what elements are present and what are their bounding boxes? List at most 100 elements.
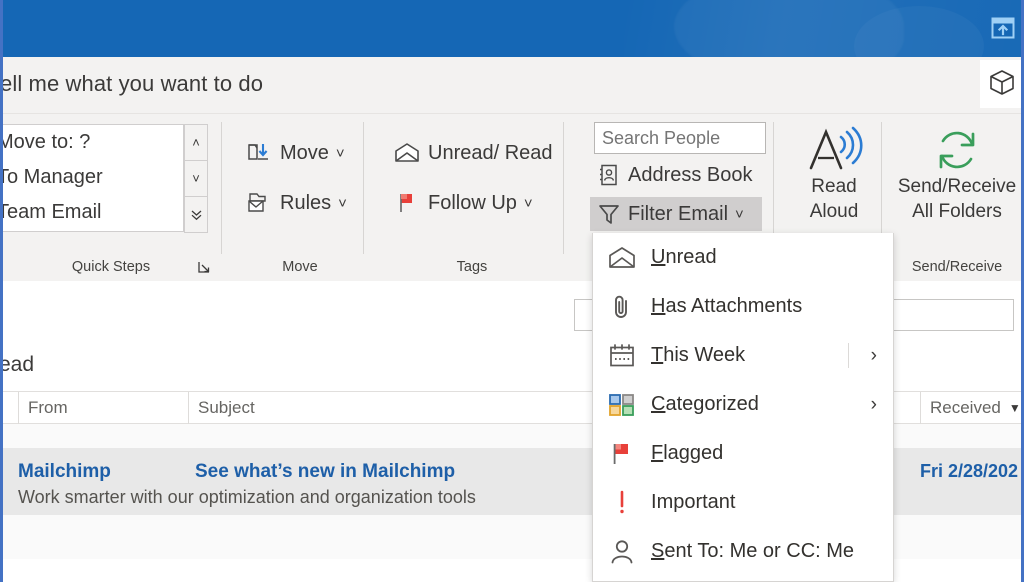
collapse-ribbon-button[interactable] <box>988 14 1018 42</box>
read-aloud-line-1: Read <box>811 176 857 197</box>
group-separator <box>363 122 364 254</box>
follow-up-button[interactable]: Follow Up ˅ <box>390 182 533 224</box>
tell-me-text: ell me what you want to do <box>0 71 264 96</box>
menu-item-label: Unread <box>651 246 717 269</box>
quick-step-team-email[interactable]: Team Email <box>0 195 183 230</box>
menu-item-label: Flagged <box>651 442 723 465</box>
group-separator <box>563 122 564 254</box>
unread-read-button[interactable]: Unread/ Read <box>390 132 553 174</box>
menu-item-important[interactable]: Important <box>593 478 893 527</box>
accelerator-letter: S <box>651 540 665 562</box>
unread-read-label: Unread/ Read <box>428 141 553 164</box>
title-bar <box>0 0 1024 57</box>
red-flag-icon <box>390 186 424 220</box>
addins-button[interactable] <box>980 60 1024 108</box>
filter-email-button[interactable]: Filter Email ˅ <box>590 197 762 231</box>
menu-item-label-rest: his Week <box>663 344 746 366</box>
paperclip-icon <box>593 293 651 321</box>
accelerator-letter: H <box>651 295 666 317</box>
rules-caret-icon[interactable]: ˅ <box>338 196 347 211</box>
quick-step-to-manager[interactable]: To Manager <box>0 160 183 195</box>
menu-item-label-rest: lagged <box>663 442 724 464</box>
from-column-header[interactable]: From <box>18 392 188 424</box>
accelerator-letter: C <box>651 393 666 415</box>
ribbon-group-quick-steps: Move to: ? To Manager Team Email ˄ ˅ Qui… <box>0 114 222 281</box>
sort-descending-icon[interactable]: ▼ <box>1009 401 1021 415</box>
quick-steps-scroll-up[interactable]: ˄ <box>184 124 208 161</box>
group-label-move: Move <box>282 259 318 275</box>
funnel-filter-icon <box>594 202 624 226</box>
exclamation-important-icon <box>593 489 651 517</box>
open-envelope-icon <box>390 136 424 170</box>
group-label-quick-steps: Quick Steps <box>71 259 151 275</box>
follow-up-label: Follow Up <box>428 191 517 214</box>
filter-email-label: Filter Email <box>628 202 729 225</box>
address-book-button[interactable]: Address Book <box>590 158 753 192</box>
quick-steps-scroll-down[interactable]: ˅ <box>184 160 208 197</box>
rules-label: Rules <box>280 191 332 214</box>
menu-item-label: This Week <box>651 344 745 367</box>
read-aloud-button[interactable]: Read Aloud <box>792 122 876 224</box>
search-people-input[interactable] <box>594 122 766 154</box>
send-receive-all-folders-button[interactable]: Send/Receive All Folders <box>890 122 1024 224</box>
received-column-header[interactable]: Received ▼ <box>920 392 1024 424</box>
calendar-icon <box>593 343 651 369</box>
move-caret-icon[interactable]: ˅ <box>336 146 345 161</box>
menu-item-label: Sent To: Me or CC: Me <box>651 540 854 563</box>
outlook-window: ell me what you want to do Move to: ? To… <box>0 0 1024 582</box>
menu-item-sent-to-me-or-cc-me[interactable]: Sent To: Me or CC: Me <box>593 527 893 576</box>
ribbon-group-send-receive: Send/Receive All Folders Send/Receive <box>890 114 1024 281</box>
move-icon <box>242 136 276 170</box>
submenu-arrow-icon[interactable]: › <box>871 380 877 429</box>
quick-steps-gallery[interactable]: Move to: ? To Manager Team Email <box>0 124 184 232</box>
view-filter-label: read <box>0 353 35 376</box>
mail-preview: Work smarter with our optimization and o… <box>18 487 476 507</box>
follow-up-caret-icon[interactable]: ˅ <box>524 196 533 211</box>
quick-step-label: Move to: ? <box>0 131 91 153</box>
menu-item-label: Important <box>651 491 736 514</box>
menu-item-label-rest: mportant <box>656 491 736 513</box>
group-label-send-receive: Send/Receive <box>911 259 1003 275</box>
rules-button[interactable]: Rules ˅ <box>242 182 347 224</box>
group-label-tags: Tags <box>456 259 488 275</box>
menu-item-label: Categorized <box>651 393 759 416</box>
person-icon <box>593 538 651 566</box>
accelerator-letter: F <box>651 442 664 464</box>
open-envelope-icon <box>593 246 651 270</box>
move-button[interactable]: Move ˅ <box>242 132 345 174</box>
categories-squares-icon <box>593 392 651 418</box>
menu-item-categorized[interactable]: Categorized › <box>593 380 893 429</box>
collapse-ribbon-icon <box>991 17 1015 39</box>
quick-step-move-to[interactable]: Move to: ? <box>0 125 183 160</box>
menu-item-label: Has Attachments <box>651 295 802 318</box>
menu-item-unread[interactable]: Unread <box>593 233 893 282</box>
accelerator-letter: T <box>651 344 664 366</box>
mail-subject: See what’s new in Mailchimp <box>195 461 456 482</box>
menu-item-has-attachments[interactable]: Has Attachments <box>593 282 893 331</box>
menu-item-flagged[interactable]: Flagged <box>593 429 893 478</box>
move-label: Move <box>280 141 329 164</box>
address-book-icon <box>594 163 624 187</box>
mail-received-date: Fri 2/28/202 <box>920 461 1019 481</box>
address-book-label: Address Book <box>628 163 753 186</box>
tell-me-bar[interactable]: ell me what you want to do <box>0 57 1024 114</box>
send-receive-line-1: Send/Receive <box>897 176 1017 197</box>
menu-item-label-rest: ategorized <box>665 393 759 415</box>
ribbon-group-tags: Unread/ Read Follow Up ˅ Tags <box>380 114 564 281</box>
menu-item-this-week[interactable]: This Week › <box>593 331 893 380</box>
sync-refresh-icon <box>932 122 982 174</box>
filter-email-dropdown-menu: Unread Has Attachments This Week › Categ… <box>592 233 894 582</box>
received-column-label: Received <box>930 398 1001 417</box>
quick-steps-more[interactable] <box>184 196 208 233</box>
group-separator <box>221 122 222 254</box>
window-left-border <box>0 0 3 582</box>
menu-item-label-rest: as Attachments <box>665 295 803 317</box>
quick-steps-scroll-buttons[interactable]: ˄ ˅ <box>184 124 208 233</box>
read-aloud-icon <box>805 122 863 174</box>
addins-box-icon <box>988 68 1016 101</box>
submenu-arrow-icon[interactable]: › <box>871 331 877 380</box>
rules-icon <box>242 186 276 220</box>
filter-email-caret-icon[interactable]: ˅ <box>735 207 744 222</box>
menu-item-label-rest: ent To: Me or CC: Me <box>664 540 855 562</box>
mail-from: Mailchimp <box>18 461 111 482</box>
